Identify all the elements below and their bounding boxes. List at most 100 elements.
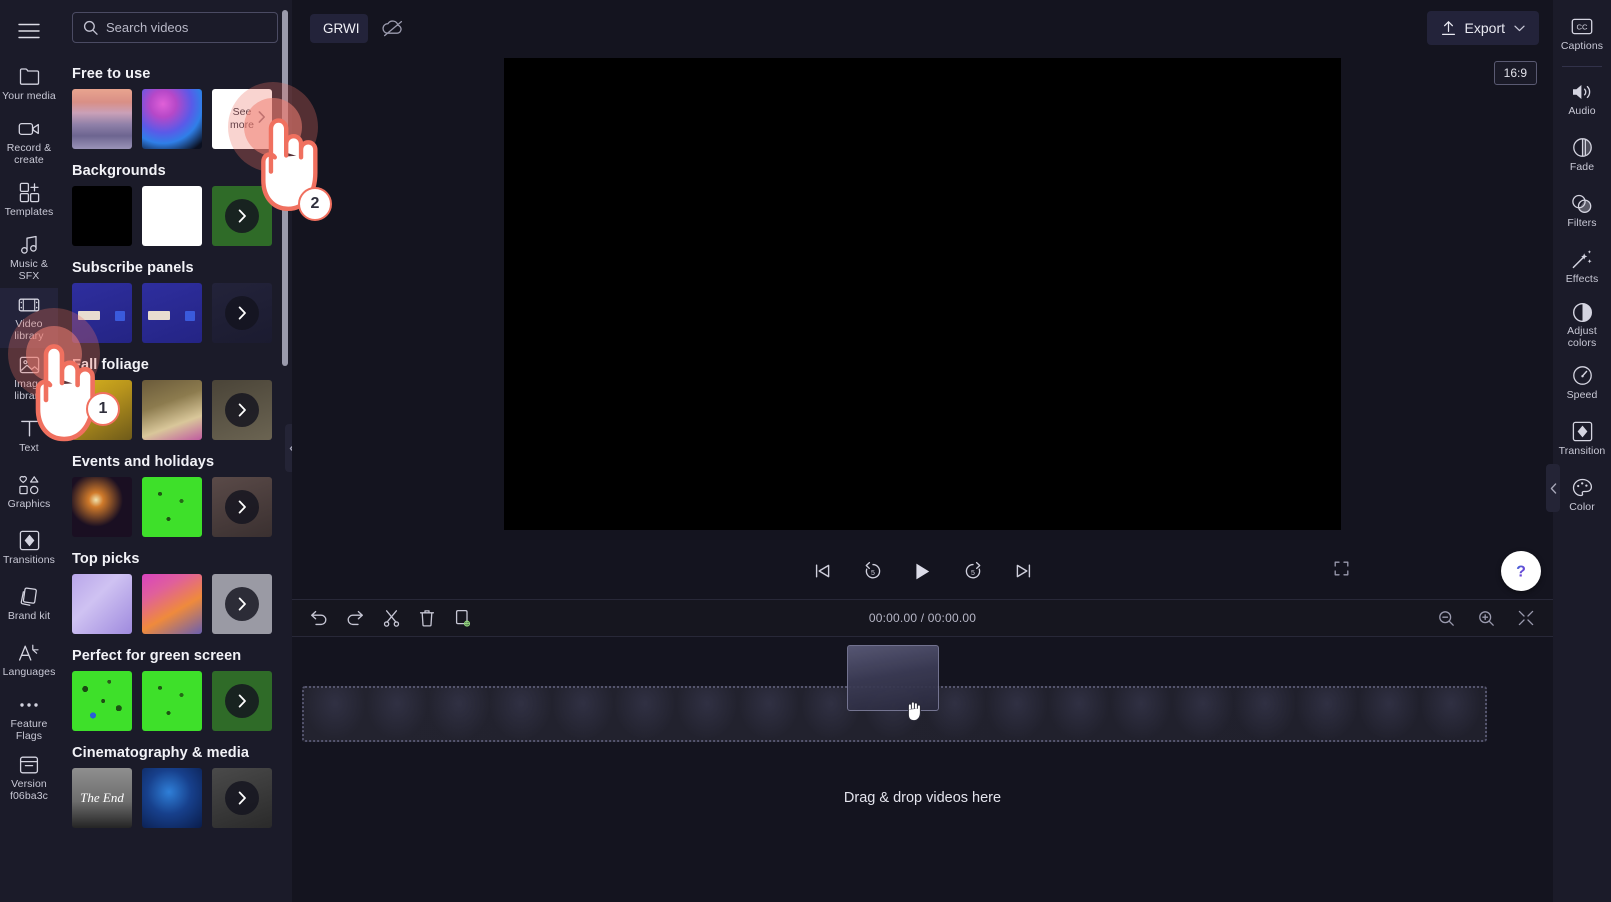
sidebar-item-text[interactable]: Text [0, 408, 58, 464]
sidebar-item-label: Text [19, 441, 39, 454]
see-more-overlay[interactable] [212, 186, 272, 246]
back-5s-button[interactable]: 5 [860, 558, 886, 584]
yellow-leaves-thumbnail[interactable] [72, 380, 132, 440]
export-button[interactable]: Export [1426, 11, 1539, 45]
video-preview-canvas[interactable] [504, 58, 1341, 530]
help-button[interactable]: ? [1501, 551, 1541, 591]
see-more-overlay[interactable] [212, 768, 272, 828]
the-end-thumbnail[interactable]: The End [72, 768, 132, 828]
subscribe-panel-blue-thumbnail[interactable] [72, 283, 132, 343]
rewind-5-icon: 5 [865, 561, 880, 579]
sidebar-item-templates[interactable]: Templates [0, 172, 58, 228]
sunset-beach-thumbnail[interactable] [72, 89, 132, 149]
sidebar-item-graphics[interactable]: Graphics [0, 464, 58, 520]
sidebar-item-label: Graphics [7, 497, 51, 510]
top-picks-more-tile[interactable] [212, 574, 272, 634]
subscribe-panel-more-tile[interactable] [212, 283, 272, 343]
sidebar-item-adjust-colors[interactable]: Adjust colors [1553, 295, 1611, 355]
sidebar-item-label: Video library [14, 318, 44, 342]
forward-5s-button[interactable]: 5 [960, 558, 986, 584]
play-button[interactable] [910, 558, 936, 584]
sidebar-item-captions[interactable]: CC Captions [1553, 6, 1611, 62]
skip-to-end-button[interactable] [1010, 558, 1036, 584]
sidebar-item-video-library[interactable]: Video library [0, 288, 58, 348]
sidebar-item-color[interactable]: Color [1553, 467, 1611, 523]
see-more-overlay[interactable] [212, 671, 272, 731]
collapse-library-panel-button[interactable] [285, 424, 292, 472]
autumn-kids-thumbnail[interactable] [142, 380, 202, 440]
zoom-in-button[interactable] [1475, 607, 1497, 629]
sidebar-item-record-create[interactable]: Record & create [0, 112, 58, 172]
sidebar-item-transition[interactable]: Transition [1553, 411, 1611, 467]
video-library-panel: Free to use See more Backgrounds Subscribe … [58, 0, 292, 902]
green-screen-confetti-thumbnail[interactable] [142, 477, 202, 537]
events-more-tile[interactable] [212, 477, 272, 537]
green-screen-sparkles-thumbnail[interactable] [142, 671, 202, 731]
blue-data-map-thumbnail[interactable] [142, 768, 202, 828]
green-screen-more-tile[interactable] [212, 671, 272, 731]
green-background-more-tile[interactable] [212, 186, 272, 246]
chevron-left-icon [289, 444, 292, 452]
search-box[interactable] [72, 12, 278, 43]
hamburger-menu-button[interactable] [0, 6, 58, 56]
fall-foliage-more-tile[interactable] [212, 380, 272, 440]
collapse-right-panel-button[interactable] [1546, 464, 1560, 512]
undo-button[interactable] [308, 607, 330, 629]
subscribe-panel-blue-2-thumbnail[interactable] [142, 283, 202, 343]
aspect-ratio-badge[interactable]: 16:9 [1493, 61, 1537, 85]
palette-icon [1571, 477, 1593, 499]
cinematography-more-tile[interactable] [212, 768, 272, 828]
see-more-overlay[interactable] [212, 477, 272, 537]
sidebar-item-image-library[interactable]: Image library [0, 348, 58, 408]
sidebar-item-transitions[interactable]: Transitions [0, 520, 58, 576]
fit-timeline-button[interactable] [1515, 607, 1537, 629]
see-more-overlay[interactable] [212, 574, 272, 634]
library-section-title: Backgrounds [72, 163, 166, 179]
export-upload-icon [1441, 21, 1455, 36]
orange-wave-thumbnail[interactable] [142, 574, 202, 634]
skip-end-icon [1016, 564, 1030, 578]
search-input[interactable] [106, 20, 267, 35]
sidebar-item-your-media[interactable]: Your media [0, 56, 58, 112]
sidebar-item-brand-kit[interactable]: Brand kit [0, 576, 58, 632]
duplicate-button[interactable] [452, 607, 474, 629]
sidebar-item-fade[interactable]: Fade [1553, 127, 1611, 183]
pink-blue-ink-thumbnail[interactable] [142, 89, 202, 149]
project-title[interactable]: GRWI [310, 13, 368, 43]
cloud-offline-button[interactable] [378, 13, 408, 43]
see-more-tile[interactable]: See more [212, 89, 272, 149]
see-more-overlay[interactable] [212, 283, 272, 343]
redo-button[interactable] [344, 607, 366, 629]
sidebar-item-effects[interactable]: Effects [1553, 239, 1611, 295]
templates-icon [18, 182, 40, 204]
delete-button[interactable] [416, 607, 438, 629]
green-screen-leaves-thumbnail[interactable] [72, 671, 132, 731]
sidebar-item-languages[interactable]: Languages [0, 632, 58, 688]
library-section-row [72, 671, 292, 731]
sidebar-item-feature-flags[interactable]: Feature Flags [0, 688, 58, 748]
timeline-body[interactable]: Drag & drop videos here [292, 637, 1553, 902]
black-background-thumbnail[interactable] [72, 186, 132, 246]
thumbnail-caption: The End [80, 790, 124, 805]
split-button[interactable] [380, 607, 402, 629]
text-icon [18, 418, 40, 440]
fullscreen-button[interactable] [1334, 561, 1349, 581]
chevron-right-icon [238, 209, 246, 223]
white-background-thumbnail[interactable] [142, 186, 202, 246]
zoom-out-button[interactable] [1435, 607, 1457, 629]
sidebar-item-speed[interactable]: Speed [1553, 355, 1611, 411]
main-area: GRWI Export 16:9 5 5 ? 00:00.00 / 00:00.… [292, 0, 1560, 902]
subscribe-bar-graphic [148, 311, 170, 320]
sidebar-item-filters[interactable]: Filters [1553, 183, 1611, 239]
sidebar-item-version[interactable]: Version f06ba3c [0, 748, 58, 808]
fireworks-thumbnail[interactable] [72, 477, 132, 537]
library-scrollbar-thumb[interactable] [282, 10, 288, 366]
sidebar-item-audio[interactable]: Audio [1553, 71, 1611, 127]
see-more-overlay[interactable] [212, 380, 272, 440]
brand-kit-icon [18, 586, 40, 608]
svg-text:?: ? [1516, 564, 1526, 581]
purple-diamond-thumbnail[interactable] [72, 574, 132, 634]
sidebar-item-music-sfx[interactable]: Music & SFX [0, 228, 58, 288]
library-sections-scroll[interactable]: Free to use See more Backgrounds Subscribe … [58, 52, 292, 902]
skip-to-start-button[interactable] [810, 558, 836, 584]
